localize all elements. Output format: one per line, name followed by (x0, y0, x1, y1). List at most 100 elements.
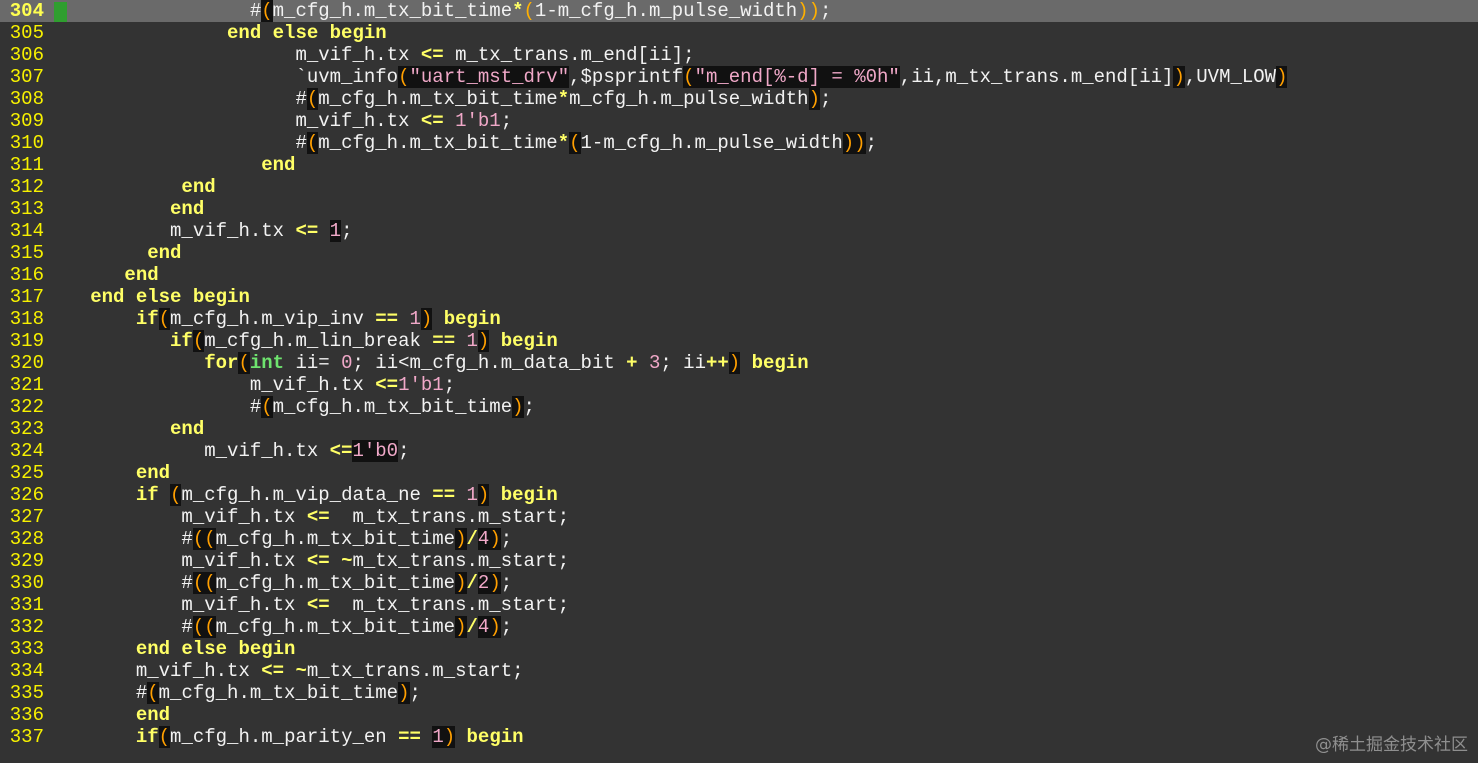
code-text: #(m_cfg_h.m_tx_bit_time*(1-m_cfg_h.m_pul… (56, 132, 877, 154)
line-number: 334 (9, 660, 44, 682)
code-line[interactable]: 337 if(m_cfg_h.m_parity_en == 1) begin (0, 726, 1478, 748)
code-text: #((m_cfg_h.m_tx_bit_time)/4); (56, 616, 512, 638)
code-token: end else begin (227, 22, 387, 44)
line-number: 328 (9, 528, 44, 550)
code-line[interactable]: 311 end (0, 154, 1478, 176)
code-line[interactable]: 324 m_vif_h.tx <=1'b0; (0, 440, 1478, 462)
code-editor[interactable]: 304 #(m_cfg_h.m_tx_bit_time*(1-m_cfg_h.m… (0, 0, 1478, 763)
line-number: 319 (9, 330, 44, 352)
code-token: ) (1173, 66, 1185, 88)
code-token: <= (329, 440, 353, 462)
code-line[interactable]: 317 end else begin (0, 286, 1478, 308)
code-line[interactable]: 330 #((m_cfg_h.m_tx_bit_time)/2); (0, 572, 1478, 594)
code-text: if(m_cfg_h.m_lin_break == 1) begin (56, 330, 558, 352)
code-line[interactable]: 313 end (0, 198, 1478, 220)
code-line[interactable]: 325 end (0, 462, 1478, 484)
code-line[interactable]: 333 end else begin (0, 638, 1478, 660)
line-number: 310 (9, 132, 44, 154)
code-token: 1'b1 (455, 110, 501, 132)
line-number: 335 (9, 682, 44, 704)
code-line[interactable]: 320 for(int ii= 0; ii<m_cfg_h.m_data_bit… (0, 352, 1478, 374)
code-line[interactable]: 319 if(m_cfg_h.m_lin_break == 1) begin (0, 330, 1478, 352)
line-number: 327 (9, 506, 44, 528)
code-line[interactable]: 326 if (m_cfg_h.m_vip_data_ne == 1) begi… (0, 484, 1478, 506)
code-token: ( (261, 396, 273, 418)
code-token: / (466, 528, 478, 550)
code-line[interactable]: 328 #((m_cfg_h.m_tx_bit_time)/4); (0, 528, 1478, 550)
code-line[interactable]: 335 #(m_cfg_h.m_tx_bit_time); (0, 682, 1478, 704)
code-text: if (m_cfg_h.m_vip_data_ne == 1) begin (56, 484, 558, 506)
code-token: ( (147, 682, 159, 704)
code-token: # (181, 616, 193, 638)
code-line[interactable]: 323 end (0, 418, 1478, 440)
code-token: ; (819, 88, 832, 110)
code-token: end (147, 242, 182, 264)
code-text: m_vif_h.tx <=1'b1; (56, 374, 455, 396)
code-text: m_vif_h.tx <= m_tx_trans.m_end[ii]; (56, 44, 694, 66)
code-token: if (135, 308, 159, 330)
code-token: `uvm_info (295, 66, 399, 88)
code-token: end (135, 704, 171, 726)
code-token: ) (477, 484, 490, 506)
code-token: for (204, 352, 239, 374)
code-line[interactable]: 306 m_vif_h.tx <= m_tx_trans.m_end[ii]; (0, 44, 1478, 66)
code-token: ( (261, 0, 273, 22)
code-text: m_vif_h.tx <= ~m_tx_trans.m_start; (56, 550, 569, 572)
code-token: m_tx_trans.m_start; (329, 506, 570, 528)
code-token: m_cfg_h.m_vip_inv (170, 308, 376, 330)
code-line[interactable]: 315 end (0, 242, 1478, 264)
code-token: 1-m_cfg_h.m_pulse_width (580, 132, 843, 154)
line-number: 323 (9, 418, 44, 440)
code-text: m_vif_h.tx <=1'b0; (56, 440, 409, 462)
code-line[interactable]: 322 #(m_cfg_h.m_tx_bit_time); (0, 396, 1478, 418)
code-token: # (295, 88, 307, 110)
code-token: + (626, 352, 638, 374)
code-token: end (170, 418, 205, 440)
line-number: 304 (9, 0, 44, 22)
code-line[interactable]: 336 end (0, 704, 1478, 726)
code-line[interactable]: 334 m_vif_h.tx <= ~m_tx_trans.m_start; (0, 660, 1478, 682)
line-number: 322 (9, 396, 44, 418)
code-line[interactable]: 305 end else begin (0, 22, 1478, 44)
code-token: begin (443, 308, 501, 330)
code-line[interactable]: 309 m_vif_h.tx <= 1'b1; (0, 110, 1478, 132)
code-line[interactable]: 314 m_vif_h.tx <= 1; (0, 220, 1478, 242)
watermark: @稀土掘金技术社区 (1315, 735, 1468, 755)
code-text: end (56, 704, 170, 726)
line-number: 329 (9, 550, 44, 572)
code-token: <= (306, 506, 330, 528)
code-token: 1 (466, 484, 478, 506)
code-token: ; (500, 572, 513, 594)
code-line[interactable]: 331 m_vif_h.tx <= m_tx_trans.m_start; (0, 594, 1478, 616)
code-token: if (170, 330, 193, 352)
code-line[interactable]: 329 m_vif_h.tx <= ~m_tx_trans.m_start; (0, 550, 1478, 572)
code-token: ) (489, 528, 501, 550)
code-token: m_tx_trans.m_start; (352, 550, 570, 572)
code-line[interactable]: 307 `uvm_info("uart_mst_drv",$psprintf("… (0, 66, 1478, 88)
code-line[interactable]: 321 m_vif_h.tx <=1'b1; (0, 374, 1478, 396)
code-token: ++ (705, 352, 729, 374)
code-token: )) (797, 0, 820, 22)
code-text: #((m_cfg_h.m_tx_bit_time)/4); (56, 528, 512, 550)
code-token: <= (375, 374, 399, 396)
code-line[interactable]: 308 #(m_cfg_h.m_tx_bit_time*m_cfg_h.m_pu… (0, 88, 1478, 110)
code-line[interactable]: 312 end (0, 176, 1478, 198)
code-token: m_cfg_h.m_vip_data_ne (181, 484, 433, 506)
code-line[interactable]: 310 #(m_cfg_h.m_tx_bit_time*(1-m_cfg_h.m… (0, 132, 1478, 154)
code-token: m_cfg_h.m_tx_bit_time (215, 616, 456, 638)
code-token: m_cfg_h.m_tx_bit_time (272, 0, 513, 22)
code-token: m_vif_h.tx (204, 440, 330, 462)
code-token: ,$psprintf (569, 66, 684, 88)
code-line[interactable]: 327 m_vif_h.tx <= m_tx_trans.m_start; (0, 506, 1478, 528)
line-number: 316 (9, 264, 44, 286)
code-token: ( (523, 0, 535, 22)
code-line[interactable]: 318 if(m_cfg_h.m_vip_inv == 1) begin (0, 308, 1478, 330)
code-line[interactable]: 304 #(m_cfg_h.m_tx_bit_time*(1-m_cfg_h.m… (0, 0, 1478, 22)
code-line[interactable]: 316 end (0, 264, 1478, 286)
code-line[interactable]: 332 #((m_cfg_h.m_tx_bit_time)/4); (0, 616, 1478, 638)
code-token: m_vif_h.tx (181, 506, 307, 528)
